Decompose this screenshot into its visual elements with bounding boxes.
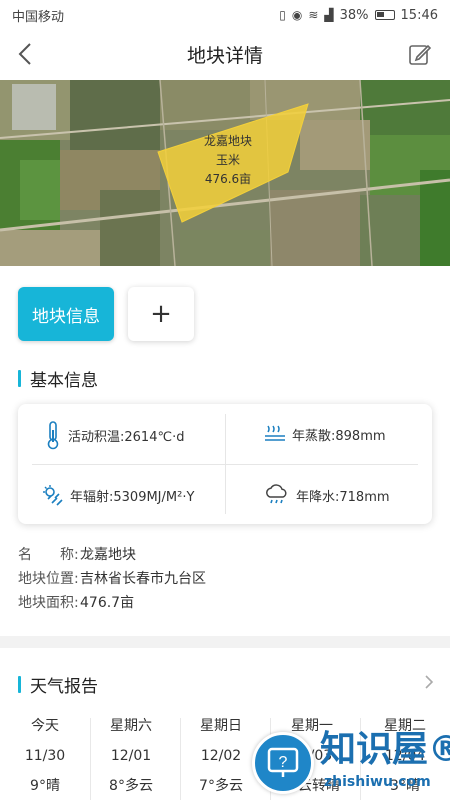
detail-value-area: 476.7亩 <box>80 595 135 611</box>
carrier-label: 中国移动 <box>12 9 65 25</box>
thermometer-icon <box>47 421 59 450</box>
weather-date: 12/01 <box>110 748 152 764</box>
signal-icon: ▟ <box>324 8 334 22</box>
weather-day-0: 今天 11/30 9°晴 <box>0 712 90 800</box>
tab-plot-info[interactable]: 地块信息 <box>18 287 114 341</box>
radiation-cell: 年辐射:5309MJ/M²·Y <box>42 484 194 506</box>
precipitation-cell: 年降水:718mm <box>264 484 390 506</box>
battery-icon <box>374 10 395 20</box>
svg-text:?: ? <box>279 754 288 771</box>
accumulated-temp-text: 活动积温:2614℃·d <box>68 429 185 445</box>
detail-value-location: 吉林省长春市九台区 <box>80 571 206 587</box>
section-divider <box>0 636 450 648</box>
radiation-text: 年辐射:5309MJ/M²·Y <box>70 489 195 505</box>
accumulated-temp-cell: 活动积温:2614℃·d <box>44 420 184 450</box>
detail-row-name: 名 称: 龙嘉地块 <box>18 543 206 567</box>
weather-condition: 9°晴 <box>30 778 60 794</box>
status-bar: 中国移动 ▯ ◉ ≋ ▟ 38% 15:46 <box>0 0 450 30</box>
weather-title: 天气报告 <box>30 677 98 697</box>
basic-info-title: 基本信息 <box>30 371 98 391</box>
plot-area: 476.6亩 <box>204 172 252 186</box>
detail-key-name: 名 称: <box>18 547 79 563</box>
rain-cloud-icon <box>266 484 287 504</box>
clock: 15:46 <box>400 7 438 23</box>
site-watermark: ? 知识屋® zhishiwu.com <box>248 728 450 800</box>
wifi-icon: ≋ <box>308 8 319 22</box>
question-monitor-icon: ? <box>267 747 299 777</box>
watermark-url: zhishiwu.com <box>324 774 431 790</box>
heading-accent-bar <box>18 676 21 693</box>
basic-info-card: 活动积温:2614℃·d 年蒸散:898mm 年辐射:5309MJ/M²·Y 年… <box>18 404 432 524</box>
evaporation-cell: 年蒸散:898mm <box>264 424 386 444</box>
basic-info-heading: 基本信息 <box>18 366 98 391</box>
plot-crop: 玉米 <box>215 153 240 167</box>
detail-key-location: 地块位置: <box>18 571 79 587</box>
weather-day-label: 星期六 <box>110 718 152 734</box>
status-icons: ▯ ◉ ≋ ▟ 38% 15:46 <box>279 8 438 23</box>
weather-date: 11/30 <box>24 748 66 764</box>
plot-tabs: 地块信息 + <box>18 287 194 341</box>
edit-icon[interactable] <box>408 42 432 66</box>
page-title: 地块详情 <box>186 44 263 67</box>
chevron-right-icon[interactable] <box>422 674 436 690</box>
plot-details: 名 称: 龙嘉地块 地块位置: 吉林省长春市九台区 地块面积: 476.7亩 <box>18 543 206 615</box>
weather-day-label: 今天 <box>31 718 59 734</box>
detail-key-area: 地块面积: <box>18 595 79 611</box>
evaporation-text: 年蒸散:898mm <box>292 428 386 444</box>
card-divider-horizontal <box>32 464 418 465</box>
plot-label: 龙嘉地块 玉米 476.6亩 <box>182 132 274 189</box>
add-tab-button[interactable]: + <box>128 287 194 341</box>
weather-heading[interactable]: 天气报告 <box>18 672 98 697</box>
satellite-map[interactable]: 龙嘉地块 玉米 476.6亩 <box>0 80 450 266</box>
eye-icon: ◉ <box>291 8 303 22</box>
detail-value-name: 龙嘉地块 <box>80 547 136 563</box>
precipitation-text: 年降水:718mm <box>296 489 390 505</box>
back-arrow-icon[interactable] <box>14 40 38 68</box>
detail-row-area: 地块面积: 476.7亩 <box>18 591 206 615</box>
app-header: 地块详情 <box>0 30 450 78</box>
plot-name: 龙嘉地块 <box>203 134 252 148</box>
weather-day-1: 星期六 12/01 8°多云 <box>86 712 176 800</box>
vibrate-icon: ▯ <box>279 8 286 22</box>
detail-row-location: 地块位置: 吉林省长春市九台区 <box>18 567 206 591</box>
weather-condition: 8°多云 <box>109 778 153 794</box>
radiation-icon <box>43 485 63 506</box>
battery-percent: 38% <box>339 7 369 23</box>
heading-accent-bar <box>18 370 21 387</box>
watermark-text: 知识屋® <box>320 729 450 770</box>
evaporation-icon <box>265 425 285 441</box>
watermark-logo-icon: ? <box>252 732 314 794</box>
